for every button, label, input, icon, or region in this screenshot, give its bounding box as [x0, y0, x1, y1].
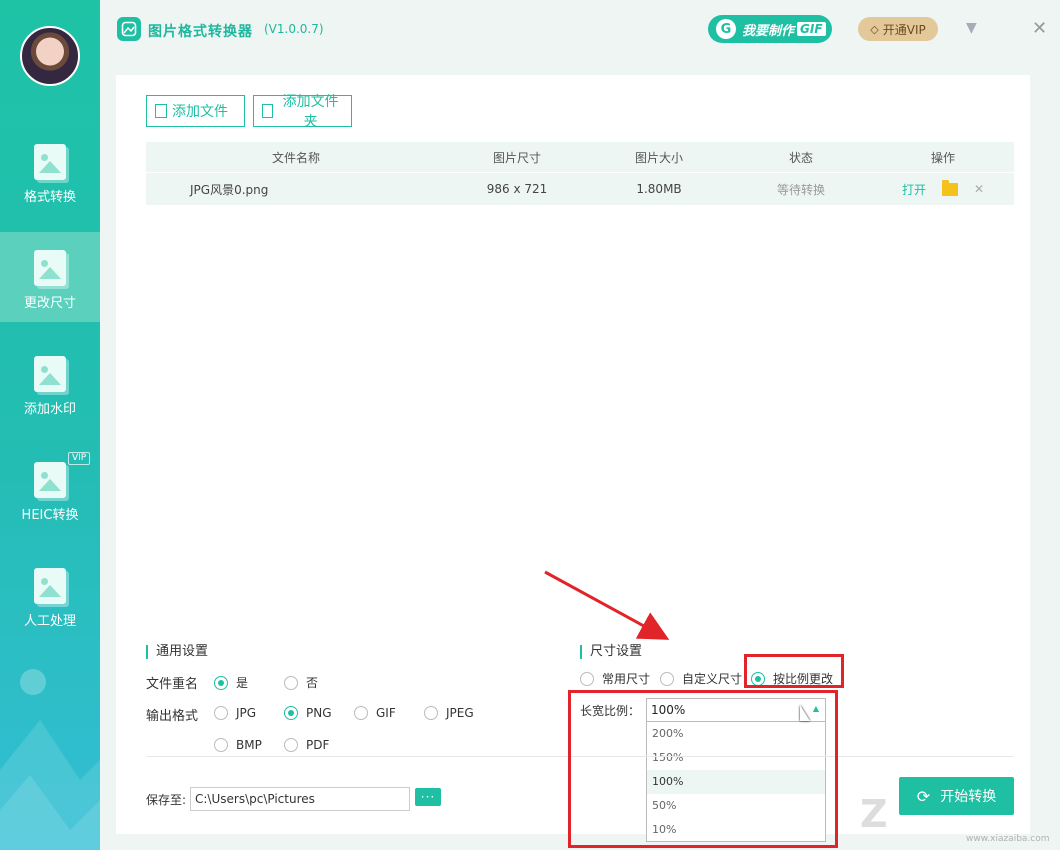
sidebar-item-label: 格式转换: [23, 190, 76, 205]
radio-dot: [284, 706, 298, 720]
app-title: 图片格式转换器: [148, 24, 253, 40]
sidebar-item-manual[interactable]: 人工处理: [0, 550, 100, 640]
gif-tag: GIF: [797, 22, 826, 36]
avatar[interactable]: [20, 26, 80, 86]
image-resize-icon: [34, 250, 66, 286]
table-header: 文件名称 图片尺寸 图片大小 状态 操作: [146, 142, 1014, 172]
sidebar-item-label: 更改尺寸: [23, 296, 76, 311]
sidebar-item-watermark[interactable]: 添加水印: [0, 338, 100, 428]
sidebar: 格式转换 更改尺寸 添加水印 HEIC转换 VIP 人工处理: [0, 0, 100, 850]
sidebar-item-label: 人工处理: [23, 614, 76, 629]
open-file-link[interactable]: 打开: [902, 181, 926, 198]
radio-label: JPG: [236, 706, 257, 720]
format-jpg-radio[interactable]: JPG: [214, 706, 256, 720]
col-header-dimensions: 图片尺寸: [492, 150, 541, 165]
radio-dot: [284, 738, 298, 752]
radio-dot: [580, 671, 594, 686]
add-file-button[interactable]: 添加文件: [146, 95, 245, 127]
table-row[interactable]: JPG风景0.png 986 x 721 1.80MB 等待转换 打开 ✕: [146, 173, 1014, 205]
sidebar-item-label: HEIC转换: [21, 508, 79, 523]
radio-dot: [284, 675, 298, 690]
radio-label: PDF: [306, 738, 330, 752]
title-bar: 图片格式转换器 (V1.0.0.7) G 我要制作 GIF ◇ 开通VIP ▼ …: [100, 0, 1060, 62]
col-header-actions: 操作: [930, 150, 955, 165]
close-icon[interactable]: ✕: [1032, 18, 1047, 39]
manual-process-icon: [34, 568, 66, 604]
col-header-filename: 文件名称: [271, 150, 320, 165]
decorative-mountains: [0, 669, 100, 850]
col-header-filesize: 图片大小: [634, 150, 683, 165]
radio-label: JPEG: [446, 706, 474, 720]
format-bmp-radio[interactable]: BMP: [214, 738, 262, 752]
radio-label: 否: [306, 676, 319, 690]
radio-label: 常用尺寸: [602, 672, 651, 686]
folder-icon[interactable]: [941, 179, 958, 196]
app-logo-icon: [117, 17, 141, 41]
format-gif-radio[interactable]: GIF: [354, 706, 396, 720]
size-mode-common-radio[interactable]: 常用尺寸: [580, 670, 650, 687]
save-to-label: 保存至:: [146, 793, 187, 807]
add-folder-button[interactable]: 添加文件夹: [253, 94, 352, 130]
row-actions: 打开 ✕: [872, 173, 1014, 205]
image-convert-icon: [34, 144, 66, 180]
rename-no-radio[interactable]: 否: [284, 674, 318, 691]
image-watermark-icon: [34, 356, 66, 392]
format-jpeg-radio[interactable]: JPEG: [424, 706, 474, 720]
add-file-label: 添加文件: [172, 104, 228, 120]
add-folder-label: 添加文件夹: [282, 94, 339, 130]
highlight-ratio-mode: [744, 654, 844, 688]
menu-icon[interactable]: ▼: [966, 20, 977, 36]
vip-badge: VIP: [68, 452, 91, 465]
format-png-radio[interactable]: PNG: [284, 706, 332, 720]
file-name: JPG风景0.png: [190, 182, 269, 197]
col-header-status: 状态: [788, 150, 813, 165]
radio-dot: [424, 706, 438, 720]
size-settings-title: 尺寸设置: [580, 645, 642, 659]
watermark-url: www.xiazaiba.com: [966, 834, 1050, 844]
rename-label: 文件重名: [146, 677, 199, 692]
radio-label: GIF: [376, 706, 396, 720]
radio-label: BMP: [236, 738, 262, 752]
radio-label: 是: [236, 676, 249, 690]
format-pdf-radio[interactable]: PDF: [284, 738, 329, 752]
mouse-cursor: [800, 705, 810, 721]
heic-icon: [34, 462, 66, 498]
file-status: 等待转换: [776, 182, 825, 197]
rename-yes-radio[interactable]: 是: [214, 674, 248, 691]
app-version: (V1.0.0.7): [264, 22, 324, 36]
highlight-ratio-dropdown: [568, 690, 838, 848]
refresh-icon: ⟳: [916, 786, 931, 806]
open-vip-label: 开通VIP: [882, 22, 926, 37]
radio-label: PNG: [306, 706, 332, 720]
general-settings-title: 通用设置: [146, 645, 208, 659]
make-gif-label: 我要制作: [742, 23, 795, 39]
radio-dot: [214, 675, 228, 690]
diamond-icon: ◇: [870, 22, 879, 36]
delete-icon[interactable]: ✕: [974, 182, 984, 196]
radio-dot: [354, 706, 368, 720]
watermark: Z: [860, 792, 888, 836]
start-convert-button[interactable]: ⟳ 开始转换: [899, 777, 1014, 815]
gif-logo-icon: G: [716, 19, 736, 39]
add-file-icon: [155, 104, 167, 118]
sidebar-item-resize[interactable]: 更改尺寸: [0, 232, 100, 322]
add-folder-icon: [262, 104, 274, 118]
radio-dot: [660, 671, 674, 686]
save-path-input[interactable]: [190, 787, 410, 811]
output-format-label: 输出格式: [146, 709, 199, 724]
start-convert-label: 开始转换: [940, 789, 997, 805]
sidebar-item-label: 添加水印: [23, 402, 76, 417]
sidebar-item-format-convert[interactable]: 格式转换: [0, 126, 100, 216]
radio-dot: [214, 738, 228, 752]
make-gif-button[interactable]: G 我要制作 GIF: [708, 15, 832, 43]
open-vip-button[interactable]: ◇ 开通VIP: [858, 17, 938, 41]
file-dimensions: 986 x 721: [486, 182, 548, 196]
size-mode-custom-radio[interactable]: 自定义尺寸: [660, 670, 742, 687]
browse-button[interactable]: ···: [415, 788, 441, 806]
radio-label: 自定义尺寸: [682, 672, 743, 686]
radio-dot: [214, 706, 228, 720]
file-size: 1.80MB: [636, 182, 682, 196]
